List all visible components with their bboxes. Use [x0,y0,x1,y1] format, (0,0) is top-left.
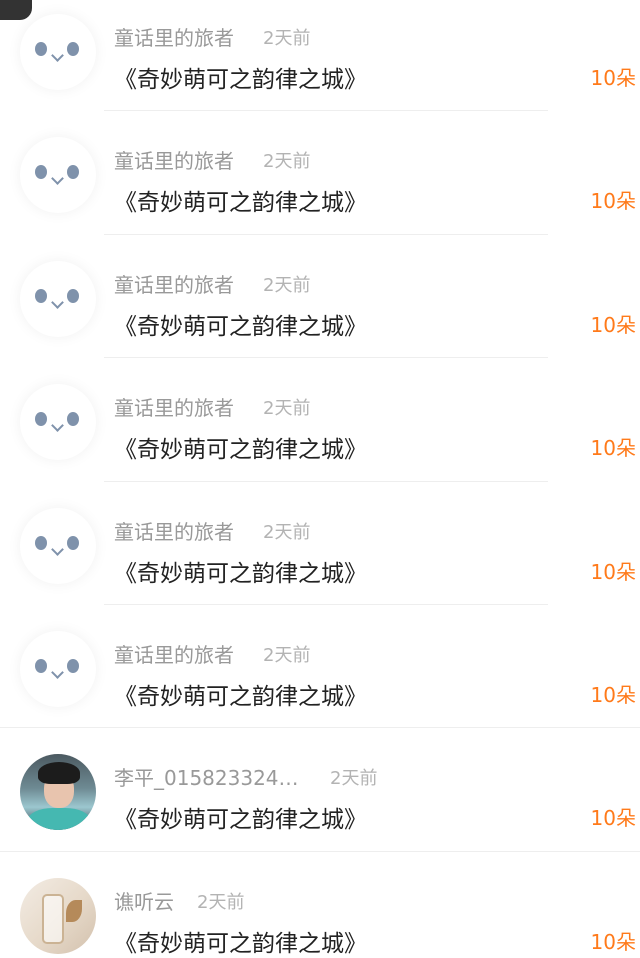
avatar-mouth [51,419,64,433]
post-time: 2天前 [197,891,245,913]
avatar-eye [35,412,47,427]
list-item[interactable]: 童话里的旅者 2天前 《奇妙萌可之韵律之城》 10朵 [0,235,640,359]
gift-count: 10朵 [590,189,636,214]
book-title[interactable]: 《奇妙萌可之韵律之城》 [114,924,367,958]
gift-count: 10朵 [590,66,636,90]
list-item[interactable]: 谯听云 2天前 《奇妙萌可之韵律之城》 10朵 [0,852,640,958]
list-item[interactable]: 童话里的旅者 2天前 《奇妙萌可之韵律之城》 10朵 [0,358,640,482]
list-item[interactable]: 童话里的旅者 2天前 《奇妙萌可之韵律之城》 10朵 [0,482,640,606]
avatar-photo-detail [66,899,82,922]
gift-count: 10朵 [590,312,636,337]
author-name[interactable]: 李平_015823324… [114,762,299,791]
avatar-photo-detail [38,762,80,785]
avatar-mouth [51,666,64,679]
default-avatar-icon[interactable] [20,14,96,90]
avatar-mouth [51,49,64,62]
post-time: 2天前 [263,274,311,296]
author-name[interactable]: 童话里的旅者 [114,269,234,298]
avatar-eye [35,42,47,56]
default-avatar-icon[interactable] [20,507,96,584]
user-photo-avatar[interactable] [20,754,96,831]
avatar-mouth [51,172,64,186]
list-item[interactable]: 李平_015823324… 2天前 《奇妙萌可之韵律之城》 10朵 [0,728,640,853]
author-name[interactable]: 童话里的旅者 [114,392,234,421]
avatar-photo-detail [42,893,64,944]
gift-record-list: 童话里的旅者 2天前 《奇妙萌可之韵律之城》 10朵 童话里的旅者 2天前 《奇… [0,0,640,958]
gift-count: 10朵 [590,929,636,954]
author-name[interactable]: 童话里的旅者 [114,22,234,51]
author-name[interactable]: 童话里的旅者 [114,145,234,174]
book-title[interactable]: 《奇妙萌可之韵律之城》 [114,677,367,711]
avatar-eye [67,42,79,56]
user-photo-avatar[interactable] [20,877,96,954]
author-name[interactable]: 童话里的旅者 [114,639,234,668]
avatar-eye [67,288,79,303]
avatar-mouth [51,542,64,556]
post-time: 2天前 [263,644,311,666]
avatar-eye [35,165,47,180]
post-time: 2天前 [263,398,311,420]
author-name[interactable]: 谯听云 [114,886,174,915]
book-title[interactable]: 《奇妙萌可之韵律之城》 [114,60,367,94]
post-time: 2天前 [263,521,311,543]
avatar-eye [67,658,79,673]
avatar-eye [35,535,47,550]
book-title[interactable]: 《奇妙萌可之韵律之城》 [114,183,367,217]
avatar-eye [67,412,79,427]
book-title[interactable]: 《奇妙萌可之韵律之城》 [114,307,367,341]
list-item[interactable]: 童话里的旅者 2天前 《奇妙萌可之韵律之城》 10朵 [0,605,640,729]
default-avatar-icon[interactable] [20,384,96,461]
post-time: 2天前 [263,28,311,49]
post-time: 2天前 [330,768,378,790]
gift-count: 10朵 [590,436,636,461]
avatar-eye [67,535,79,550]
book-title[interactable]: 《奇妙萌可之韵律之城》 [114,430,367,464]
post-time: 2天前 [263,151,311,173]
default-avatar-icon[interactable] [20,630,96,707]
avatar-eye [35,288,47,303]
avatar-eye [67,165,79,180]
default-avatar-icon[interactable] [20,137,96,214]
author-name[interactable]: 童话里的旅者 [114,516,234,545]
avatar-mouth [51,295,64,309]
book-title[interactable]: 《奇妙萌可之韵律之城》 [114,554,367,588]
list-item[interactable]: 童话里的旅者 2天前 《奇妙萌可之韵律之城》 10朵 [0,111,640,236]
list-item[interactable]: 童话里的旅者 2天前 《奇妙萌可之韵律之城》 10朵 [0,0,640,112]
gift-record-page: 童话里的旅者 2天前 《奇妙萌可之韵律之城》 10朵 童话里的旅者 2天前 《奇… [0,0,640,958]
gift-count: 10朵 [590,682,636,707]
gift-count: 10朵 [590,559,636,584]
book-title[interactable]: 《奇妙萌可之韵律之城》 [114,800,367,834]
avatar-eye [35,658,47,673]
default-avatar-icon[interactable] [20,260,96,337]
avatar-photo-detail [28,808,90,831]
gift-count: 10朵 [590,806,636,831]
